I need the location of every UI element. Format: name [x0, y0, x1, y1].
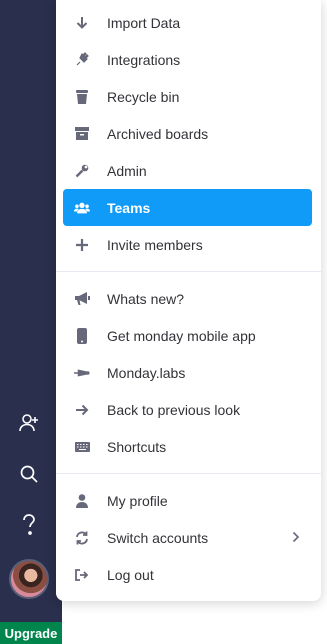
- keyboard-icon: [74, 439, 90, 455]
- search-icon[interactable]: [14, 459, 44, 489]
- menu-item-label: Invite members: [107, 236, 203, 253]
- upgrade-button[interactable]: Upgrade: [0, 622, 62, 644]
- logout-icon: [74, 567, 90, 583]
- menu-item-invite-members[interactable]: Invite members: [63, 226, 312, 263]
- menu-item-label: Switch accounts: [107, 529, 209, 546]
- menu-item-archived-boards[interactable]: Archived boards: [63, 115, 312, 152]
- users-icon: [74, 200, 90, 216]
- left-sidebar: Upgrade: [0, 0, 62, 644]
- megaphone-icon: [74, 291, 90, 307]
- menu-item-log-out[interactable]: Log out: [63, 556, 312, 593]
- menu-item-mobile-app[interactable]: Get monday mobile app: [63, 317, 312, 354]
- archive-icon: [74, 126, 90, 142]
- menu-item-import-data[interactable]: Import Data: [63, 4, 312, 41]
- menu-item-label: Teams: [107, 199, 151, 216]
- user-icon: [74, 493, 90, 509]
- menu-item-teams[interactable]: Teams: [63, 189, 312, 226]
- arrow-right-icon: [74, 402, 90, 418]
- menu-item-label: Back to previous look: [107, 401, 241, 418]
- arrow-down-icon: [74, 15, 90, 31]
- add-user-icon[interactable]: [14, 408, 44, 438]
- mobile-icon: [74, 327, 90, 344]
- menu-item-label: Recycle bin: [107, 88, 180, 105]
- menu-item-label: Integrations: [107, 51, 181, 68]
- menu-item-admin[interactable]: Admin: [63, 152, 312, 189]
- menu-item-whats-new[interactable]: Whats new?: [63, 280, 312, 317]
- avatar[interactable]: [9, 559, 49, 599]
- sync-icon: [74, 530, 90, 546]
- plus-icon: [74, 237, 90, 253]
- menu-divider: [56, 271, 321, 272]
- menu-item-switch-accounts[interactable]: Switch accounts: [63, 519, 312, 556]
- user-menu: Import Data Integrations Recycle bin Arc…: [56, 0, 321, 601]
- help-icon[interactable]: [14, 510, 44, 540]
- labs-icon: [74, 365, 90, 381]
- menu-item-label: Log out: [107, 566, 154, 583]
- trash-icon: [74, 89, 90, 105]
- plug-icon: [74, 52, 90, 68]
- menu-item-label: Get monday mobile app: [107, 327, 256, 344]
- menu-item-my-profile[interactable]: My profile: [63, 482, 312, 519]
- menu-item-shortcuts[interactable]: Shortcuts: [63, 428, 312, 465]
- menu-item-label: Whats new?: [107, 290, 185, 307]
- menu-item-monday-labs[interactable]: Monday.labs: [63, 354, 312, 391]
- menu-item-label: Admin: [107, 162, 147, 179]
- menu-item-back-previous-look[interactable]: Back to previous look: [63, 391, 312, 428]
- menu-item-label: Shortcuts: [107, 438, 167, 455]
- menu-item-integrations[interactable]: Integrations: [63, 41, 312, 78]
- menu-item-label: Import Data: [107, 14, 181, 31]
- chevron-right-icon: [292, 530, 300, 546]
- menu-item-recycle-bin[interactable]: Recycle bin: [63, 78, 312, 115]
- menu-item-label: Archived boards: [107, 125, 209, 142]
- wrench-icon: [74, 163, 90, 179]
- menu-item-label: My profile: [107, 492, 168, 509]
- menu-item-label: Monday.labs: [107, 364, 186, 381]
- menu-divider: [56, 473, 321, 474]
